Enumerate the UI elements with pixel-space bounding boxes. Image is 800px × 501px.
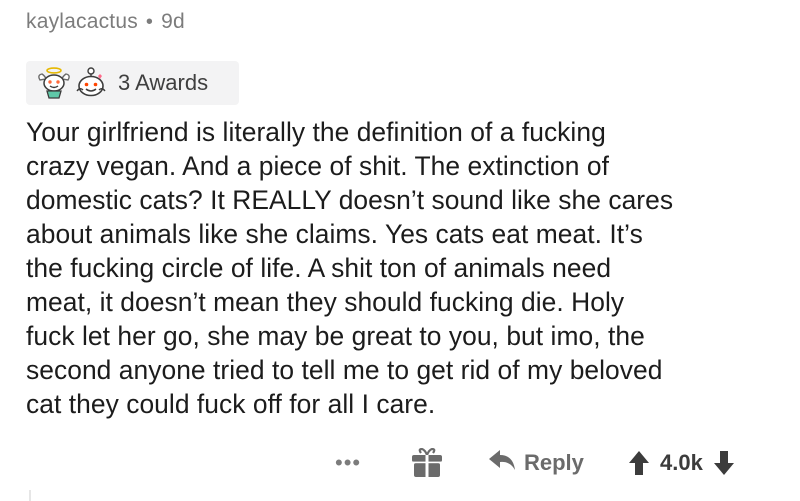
comment-age[interactable]: 9d <box>161 10 185 34</box>
thread-line <box>29 490 31 501</box>
angel-award-icon <box>36 66 72 100</box>
awards-count-label: 3 Awards <box>118 70 209 95</box>
comment-body-line: about animals like she claims. Yes cats … <box>26 219 643 249</box>
comment-body-line: Your girlfriend is literally the definit… <box>26 117 606 147</box>
reply-label: Reply <box>524 450 584 475</box>
comment-meta: kaylacactus • 9d <box>26 10 185 34</box>
awards-badge[interactable]: 3 Awards <box>26 61 239 105</box>
gift-icon[interactable] <box>410 447 444 483</box>
downvote-arrow-icon[interactable] <box>713 450 735 476</box>
more-options-button[interactable]: ••• <box>335 445 361 481</box>
meta-separator: • <box>145 10 154 33</box>
vote-controls: 4.0k <box>628 445 735 481</box>
reply-arrow-icon <box>488 448 516 478</box>
comment-body-line: meat, it doesn’t mean they should fuckin… <box>26 287 625 317</box>
comment-body-line: the fucking circle of life. A shit ton o… <box>26 253 612 283</box>
comment-body-line: cat they could fuck off for all I care. <box>26 389 436 419</box>
comment-body: Your girlfriend is literally the definit… <box>26 115 786 421</box>
vote-score: 4.0k <box>660 450 703 475</box>
comment-body-line: crazy vegan. And a piece of shit. The ex… <box>26 151 610 181</box>
wholesome-award-icon <box>74 66 108 100</box>
comment-body-line: second anyone tried to tell me to get ri… <box>26 355 663 385</box>
comment: kaylacactus • 9d 3 Awards Your girlfrien… <box>0 0 800 501</box>
reply-button[interactable]: Reply <box>488 445 584 481</box>
upvote-arrow-icon[interactable] <box>628 450 650 476</box>
comment-actions: ••• Reply 4.0k <box>0 445 800 481</box>
comment-body-line: fuck let her go, she may be great to you… <box>26 321 645 351</box>
author-username[interactable]: kaylacactus <box>26 10 138 34</box>
comment-body-line: domestic cats? It REALLY doesn’t sound l… <box>26 185 674 215</box>
